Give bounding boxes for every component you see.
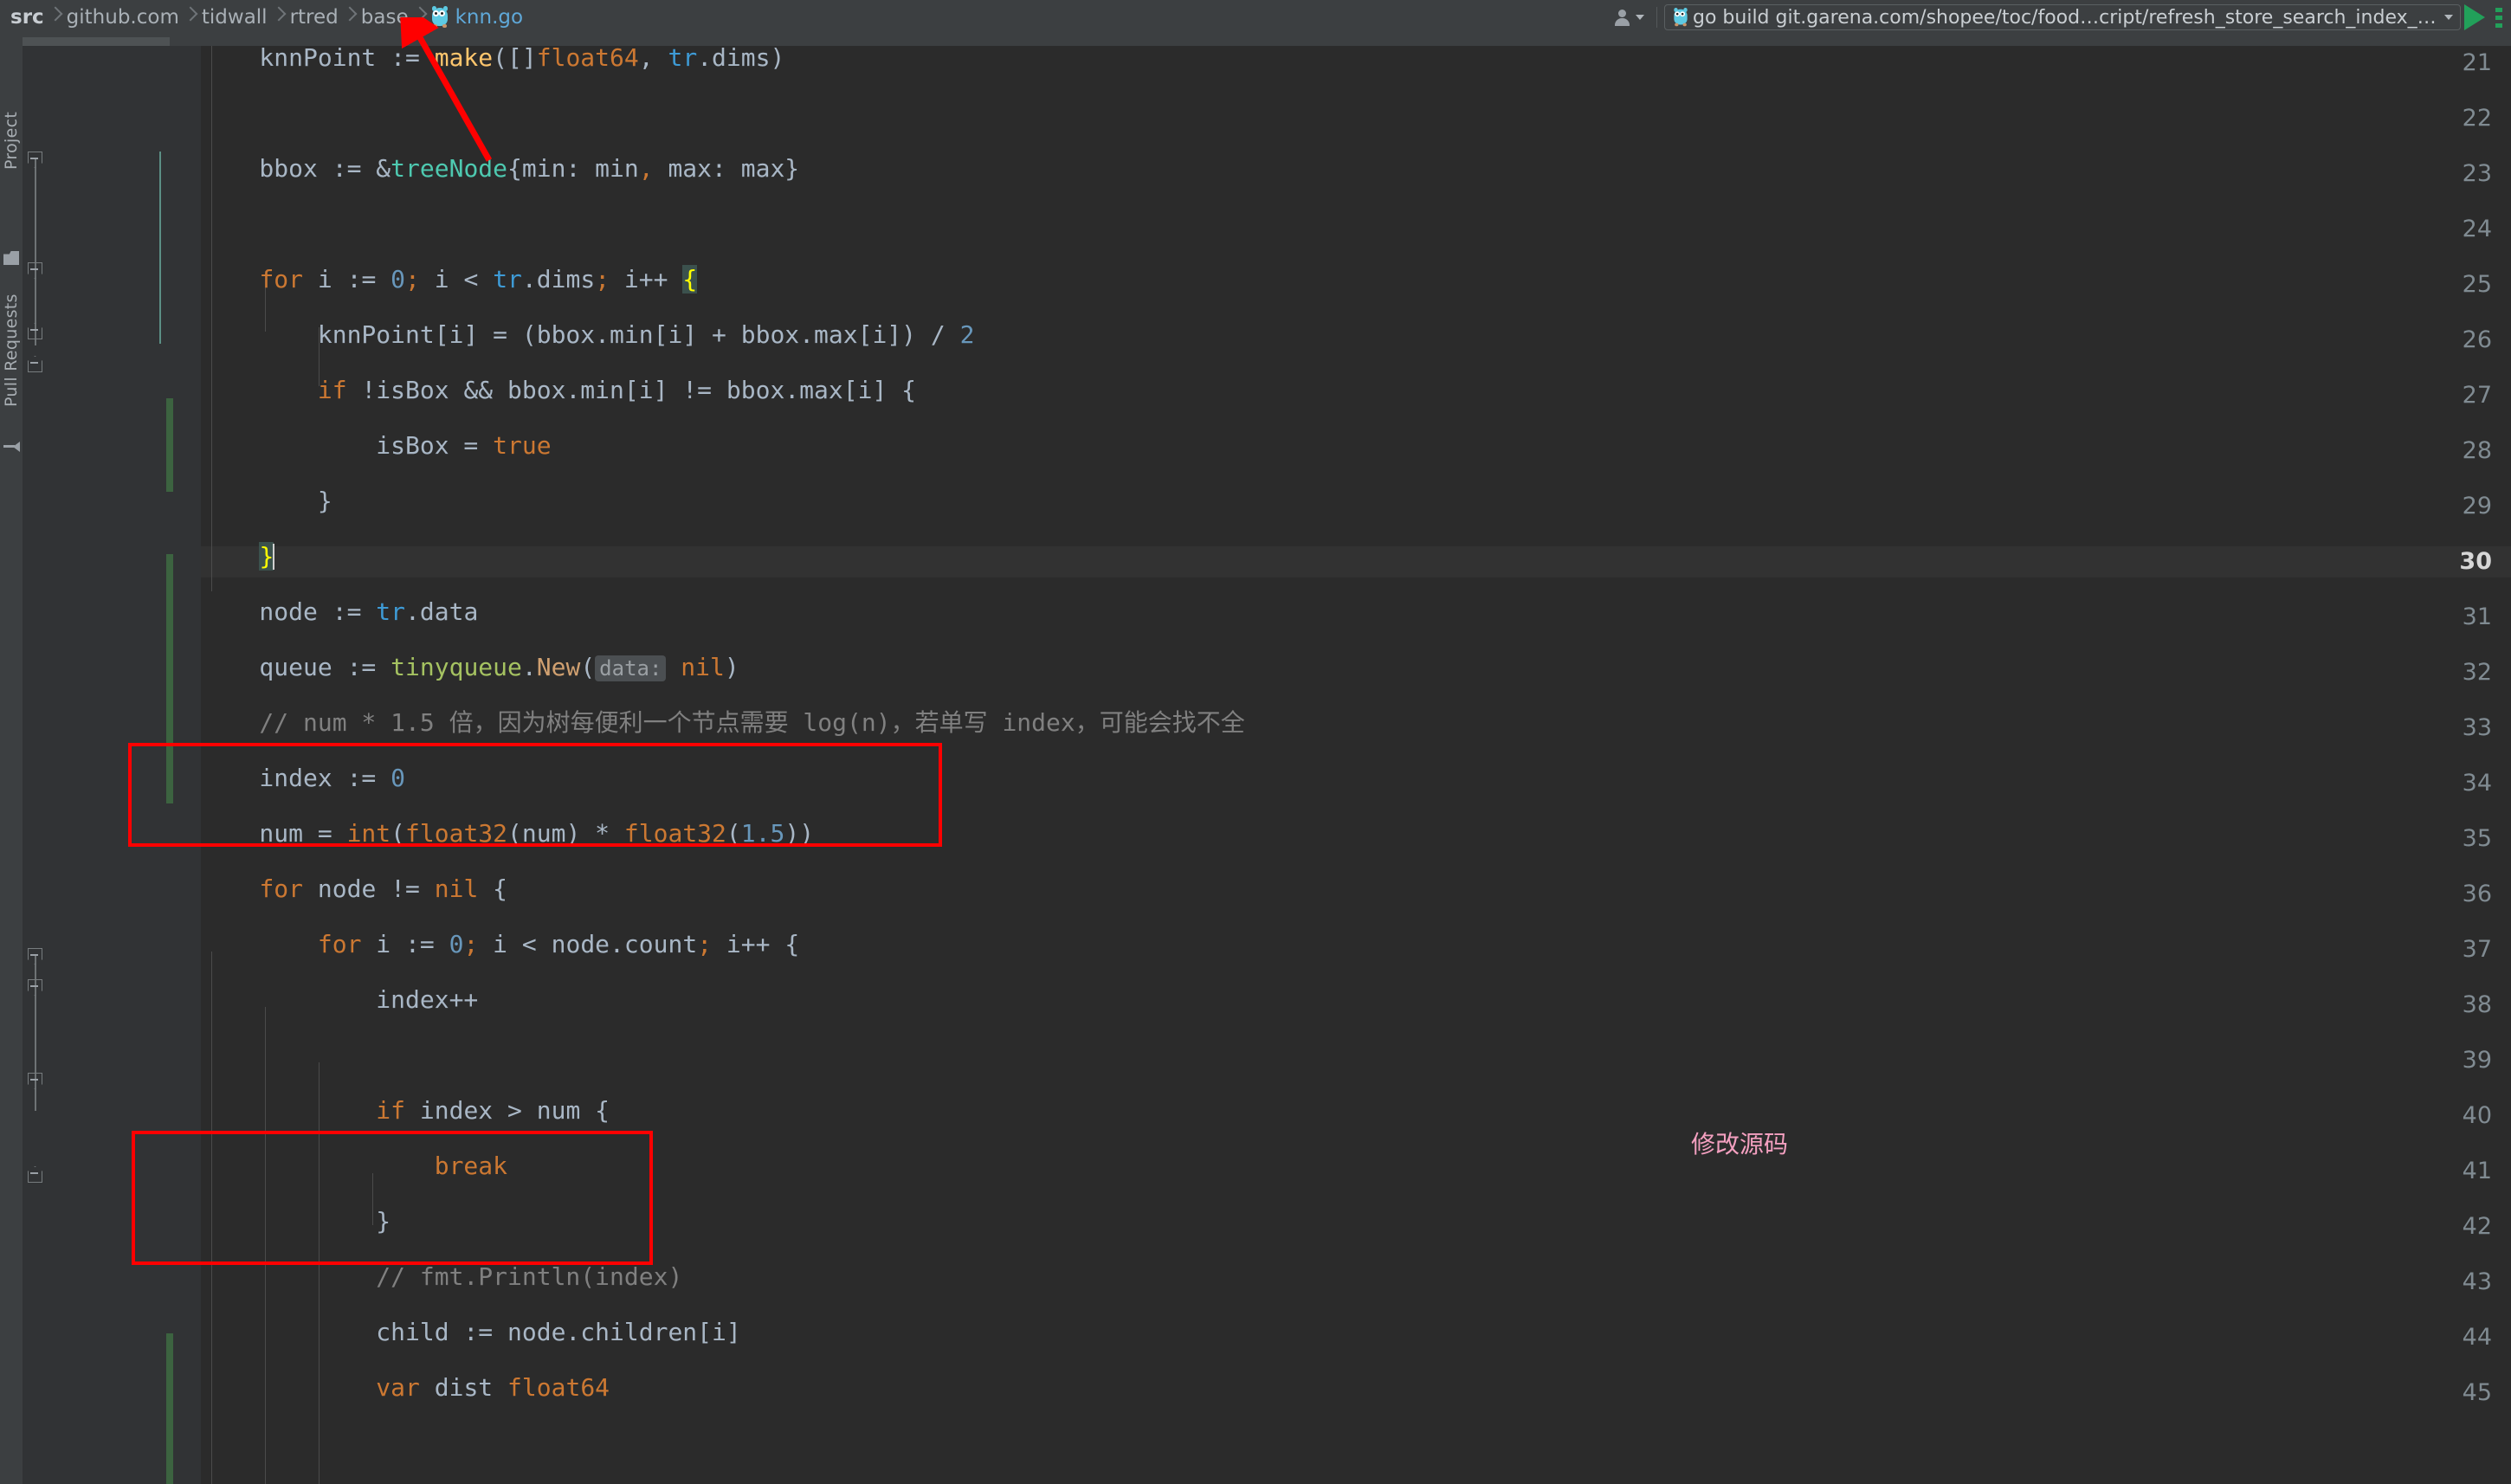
sidebar-item-project[interactable]: Project <box>0 40 23 170</box>
chevron-down-icon <box>1636 15 1644 20</box>
fold-icon-collapse[interactable] <box>28 1073 42 1089</box>
fold-icon-expand[interactable] <box>28 356 42 372</box>
fold-icon-collapse[interactable] <box>28 948 42 965</box>
code-line[interactable]: // fmt.Println(index) <box>201 1261 682 1293</box>
code-content[interactable]: knnPoint := make([]float64, tr.dims) bbo… <box>201 46 2511 1484</box>
fold-icon-expand[interactable] <box>28 323 42 339</box>
code-editor[interactable]: 21 22 23 24 25 26 27 28 29 30 31 32 33 3… <box>23 46 2511 1484</box>
code-line[interactable]: var dist float64 <box>201 1372 610 1403</box>
user-account-button[interactable] <box>1607 0 1649 35</box>
fold-icon-expand[interactable] <box>28 1166 42 1183</box>
chevron-right-icon <box>410 6 429 29</box>
chevron-right-icon <box>269 6 288 29</box>
breadcrumb-item-tidwall[interactable]: tidwall <box>200 6 269 29</box>
code-line[interactable]: break <box>201 1151 507 1182</box>
fold-icon-collapse[interactable] <box>28 262 42 279</box>
indent-guide <box>265 1007 266 1484</box>
code-line[interactable]: if !isBox && bbox.min[i] != bbox.max[i] … <box>201 375 916 406</box>
vcs-change-marker[interactable] <box>166 398 173 492</box>
chevron-right-icon <box>340 6 359 29</box>
person-icon <box>1612 8 1631 27</box>
code-line[interactable]: child := node.children[i] <box>201 1317 740 1348</box>
breadcrumb-item-src[interactable]: src <box>9 6 46 29</box>
run-configuration-label: go build git.garena.com/shopee/toc/food…… <box>1693 6 2437 29</box>
code-line[interactable]: knnPoint[i] = (bbox.min[i] + bbox.max[i]… <box>201 319 975 351</box>
code-line[interactable]: isBox = true <box>201 430 551 461</box>
chevron-right-icon <box>181 6 200 29</box>
toolbar-right-group: go build git.garena.com/shopee/toc/food…… <box>1607 0 2511 35</box>
go-file-icon <box>431 6 449 29</box>
code-line[interactable]: for i := 0; i < node.count; i++ { <box>201 929 799 960</box>
code-line[interactable]: } <box>201 486 332 517</box>
code-line[interactable]: if index > num { <box>201 1095 610 1126</box>
run-button[interactable] <box>2464 4 2485 30</box>
top-toolbar: src github.com tidwall rtred base knn.go <box>0 0 2511 35</box>
code-line[interactable]: node := tr.data <box>201 597 478 628</box>
code-line[interactable]: } <box>201 1206 391 1237</box>
breadcrumb-item-github[interactable]: github.com <box>65 6 181 29</box>
code-line[interactable]: index++ <box>201 984 478 1016</box>
code-line[interactable]: for i := 0; i < tr.dims; i++ { <box>201 264 698 295</box>
code-line[interactable]: // num * 1.5 倍，因为树每便利一个节点需要 log(n)，若单写 i… <box>201 707 1244 739</box>
code-line[interactable]: num = int(float32(num) * float32(1.5)) <box>201 818 814 849</box>
annotation-note: 修改源码 <box>1691 1130 1789 1158</box>
chevron-down-icon <box>2444 15 2453 20</box>
code-folding-strip[interactable] <box>177 46 201 1484</box>
fold-icon-collapse[interactable] <box>28 979 42 996</box>
brace-scope-marker <box>159 152 161 344</box>
code-line-current[interactable]: } <box>201 541 275 572</box>
breadcrumb: src github.com tidwall rtred base knn.go <box>0 0 525 35</box>
go-config-icon <box>1674 7 1688 27</box>
code-line[interactable]: queue := tinyqueue.New(data: nil) <box>201 652 739 683</box>
code-line[interactable]: for node != nil { <box>201 874 507 905</box>
pull-request-icon <box>3 442 20 455</box>
parameter-hint: data: <box>595 655 667 681</box>
code-line[interactable]: index := 0 <box>201 763 405 794</box>
line-number-gutter[interactable] <box>23 46 177 1484</box>
chevron-right-icon <box>46 6 65 29</box>
toolbar-divider <box>1656 7 1657 28</box>
vcs-change-marker[interactable] <box>166 1333 173 1484</box>
breadcrumb-item-knn-go[interactable]: knn.go <box>454 6 525 29</box>
code-line[interactable]: bbox := &treeNode{min: min, max: max} <box>201 153 799 184</box>
code-line[interactable]: knnPoint := make([]float64, tr.dims) <box>201 46 784 74</box>
fold-icon-collapse[interactable] <box>28 152 42 168</box>
sidebar-item-pull-requests[interactable]: Pull Requests <box>0 208 23 407</box>
breadcrumb-item-base[interactable]: base <box>359 6 410 29</box>
fold-connector <box>35 158 36 345</box>
left-tool-window-bar: Project Pull Requests <box>0 35 23 1484</box>
breadcrumb-item-rtred[interactable]: rtred <box>288 6 340 29</box>
run-configuration-selector[interactable]: go build git.garena.com/shopee/toc/food…… <box>1664 4 2461 30</box>
vcs-change-marker[interactable] <box>166 554 173 803</box>
more-options-button[interactable] <box>2495 5 2504 29</box>
